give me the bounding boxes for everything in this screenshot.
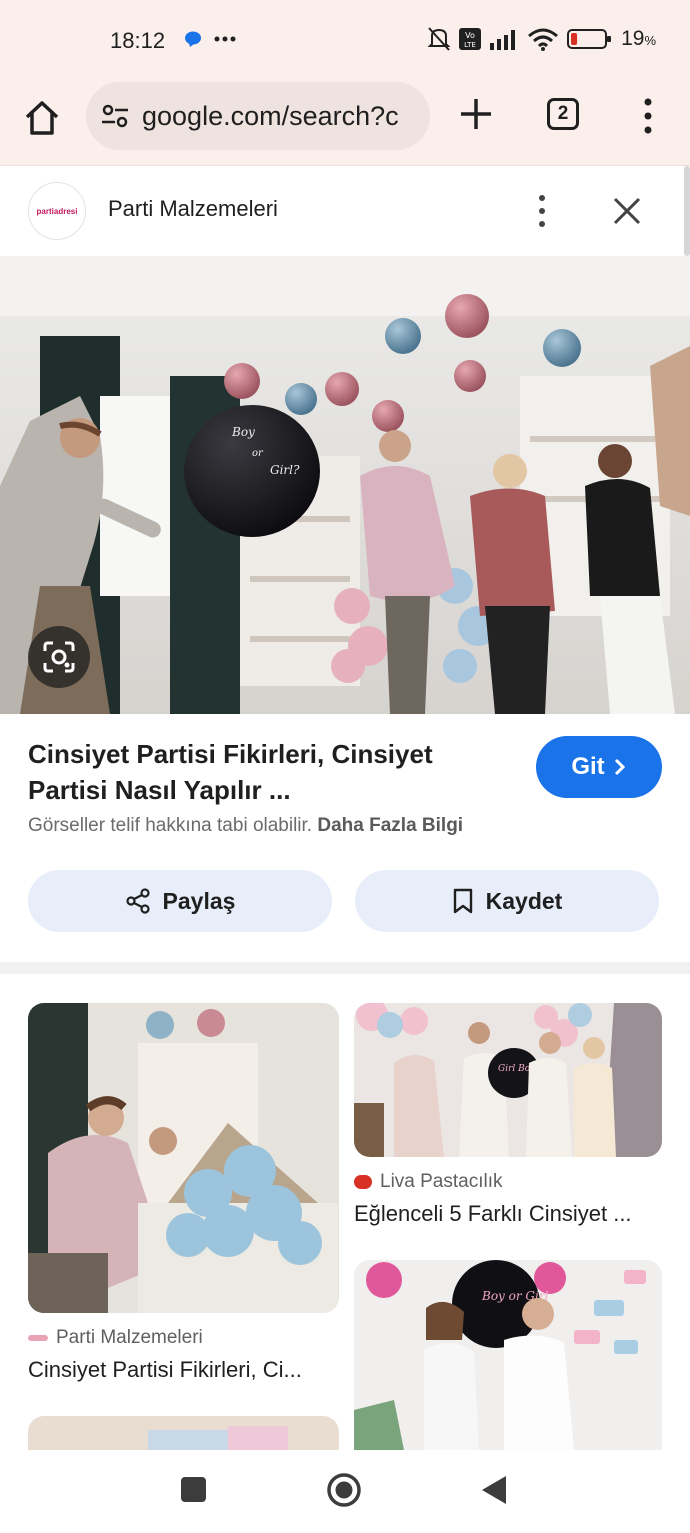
browser-toolbar: google.com/search?c 2 <box>0 82 690 166</box>
nav-recents-icon[interactable] <box>181 1477 206 1502</box>
section-divider <box>0 962 690 974</box>
source-favicon <box>28 1335 48 1341</box>
hero-image[interactable]: Boy or Girl? <box>0 256 690 714</box>
status-right-icons: Vo LTE 19% <box>427 26 656 52</box>
tabs-button[interactable]: 2 <box>547 98 579 130</box>
more-notifications-icon <box>214 36 236 42</box>
google-lens-icon <box>43 641 75 673</box>
status-time: 18:12 <box>110 28 166 53</box>
go-button-label: Git <box>571 753 605 780</box>
svg-text:LTE: LTE <box>464 41 476 49</box>
mute-icon <box>427 27 451 51</box>
balloon-text-girl: Girl? <box>270 463 300 477</box>
image-source-header: partiadresi Parti Malzemeleri <box>0 166 684 256</box>
volte-icon: VoLTE <box>459 28 482 50</box>
nav-home-icon[interactable] <box>326 1472 362 1508</box>
source-logo[interactable]: partiadresi <box>28 182 86 240</box>
save-button[interactable]: Kaydet <box>355 870 659 932</box>
tab-count: 2 <box>557 103 569 124</box>
more-vert-icon[interactable] <box>636 96 660 136</box>
status-bar: 18:12 Vo LTE 19% <box>0 0 690 82</box>
url-bar[interactable]: google.com/search?c <box>86 82 430 150</box>
tune-icon[interactable] <box>100 101 130 131</box>
more-info-link[interactable]: Daha Fazla Bilgi <box>317 815 463 836</box>
url-text[interactable]: google.com/search?c <box>142 101 422 132</box>
share-button[interactable]: Paylaş <box>28 870 332 932</box>
related-card-source: Parti Malzemeleri <box>28 1327 339 1349</box>
result-title[interactable]: Cinsiyet Partisi Fikirleri, Cinsiyet Par… <box>28 736 508 808</box>
home-icon[interactable] <box>22 98 62 138</box>
system-navigation-bar <box>0 1450 690 1533</box>
related-card[interactable] <box>28 1416 339 1450</box>
copyright-notice: Görseller telif hakkına tabi olabilir. D… <box>28 815 464 836</box>
balloon-text-or: or <box>252 448 264 459</box>
scrollbar[interactable] <box>684 166 690 256</box>
source-name[interactable]: Parti Malzemeleri <box>108 196 278 222</box>
related-card-title[interactable]: Cinsiyet Partisi Fikirleri, Ci... <box>28 1357 339 1383</box>
go-button[interactable]: Git <box>536 736 662 798</box>
close-icon[interactable] <box>610 194 644 228</box>
balloon-text-boy: Boy <box>231 425 255 439</box>
related-card-image[interactable] <box>28 1003 339 1313</box>
plus-icon[interactable] <box>458 96 494 132</box>
related-card-source: Liva Pastacılık <box>354 1171 662 1193</box>
messenger-icon <box>185 31 201 47</box>
related-card[interactable]: Girl Boy? Liva Pastacılık Eğlenceli 5 Fa… <box>354 1003 662 1227</box>
status-notification-icons <box>184 30 236 48</box>
related-card[interactable]: Parti Malzemeleri Cinsiyet Partisi Fikir… <box>28 1003 339 1383</box>
related-card-title[interactable]: Eğlenceli 5 Farklı Cinsiyet ... <box>354 1201 662 1227</box>
related-card-image[interactable] <box>28 1416 339 1450</box>
google-lens-button[interactable] <box>28 626 90 688</box>
party-photo: Boy or Girl? <box>0 256 690 714</box>
save-label: Kaydet <box>485 887 563 914</box>
related-card-image[interactable]: Boy or Girl <box>354 1260 662 1450</box>
svg-text:Vo: Vo <box>465 31 475 40</box>
share-icon <box>125 888 150 914</box>
more-vert-icon[interactable] <box>530 192 554 230</box>
wifi-icon <box>528 28 559 51</box>
related-card-image[interactable]: Girl Boy? <box>354 1003 662 1157</box>
battery-percent: 19% <box>621 27 656 50</box>
nav-back-icon[interactable] <box>480 1474 508 1506</box>
bookmark-icon <box>453 888 472 914</box>
related-card[interactable]: Boy or Girl <box>354 1260 662 1450</box>
share-label: Paylaş <box>162 887 236 914</box>
signal-icon <box>490 30 516 50</box>
chevron-right-icon <box>614 758 625 776</box>
battery-icon <box>567 29 612 49</box>
source-favicon <box>354 1175 372 1189</box>
